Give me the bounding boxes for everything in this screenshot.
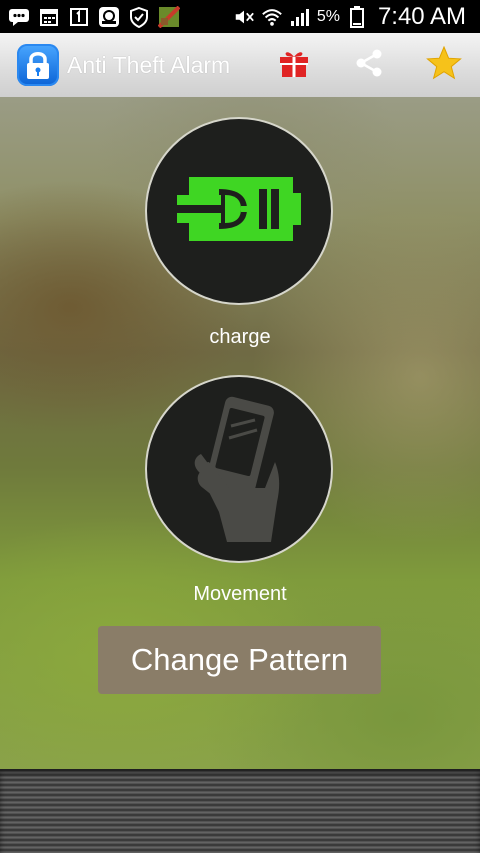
battery-percent: 5% xyxy=(316,7,340,25)
messages-icon xyxy=(8,7,30,27)
game-icon xyxy=(158,5,180,28)
movement-mode-button[interactable] xyxy=(145,375,333,563)
status-right: 5% 7:40 AM xyxy=(233,3,480,31)
status-time: 7:40 AM xyxy=(377,2,466,30)
chat-icon xyxy=(98,6,120,27)
charging-battery-icon xyxy=(175,175,303,248)
vpn-icon xyxy=(128,6,150,28)
ad-banner[interactable] xyxy=(0,769,480,853)
star-icon xyxy=(426,45,462,85)
status-bar: 5% 7:40 AM xyxy=(0,0,480,33)
calendar-icon xyxy=(38,7,60,27)
movement-label: Movement xyxy=(193,583,287,605)
battery-icon xyxy=(346,5,368,28)
change-pattern-button[interactable]: Change Pattern xyxy=(98,626,381,694)
notification-1-icon xyxy=(68,7,90,27)
share-button[interactable] xyxy=(339,35,399,95)
mute-icon xyxy=(233,7,255,27)
padlock-icon xyxy=(17,44,59,86)
gift-icon xyxy=(278,48,310,83)
charge-mode-button[interactable] xyxy=(145,117,333,305)
status-left xyxy=(0,5,180,28)
rate-button[interactable] xyxy=(414,35,474,95)
app-bar: Anti Theft Alarm xyxy=(0,33,480,98)
app-title: Anti Theft Alarm xyxy=(67,51,231,78)
charge-label: charge xyxy=(209,326,271,348)
hand-phone-icon xyxy=(179,392,299,547)
signal-icon xyxy=(289,7,311,27)
screen: 5% 7:40 AM Anti Theft Alarm charge Movem… xyxy=(0,0,480,853)
wifi-icon xyxy=(261,7,283,27)
share-icon xyxy=(353,47,385,84)
app-actions xyxy=(264,35,480,95)
gift-button[interactable] xyxy=(264,35,324,95)
